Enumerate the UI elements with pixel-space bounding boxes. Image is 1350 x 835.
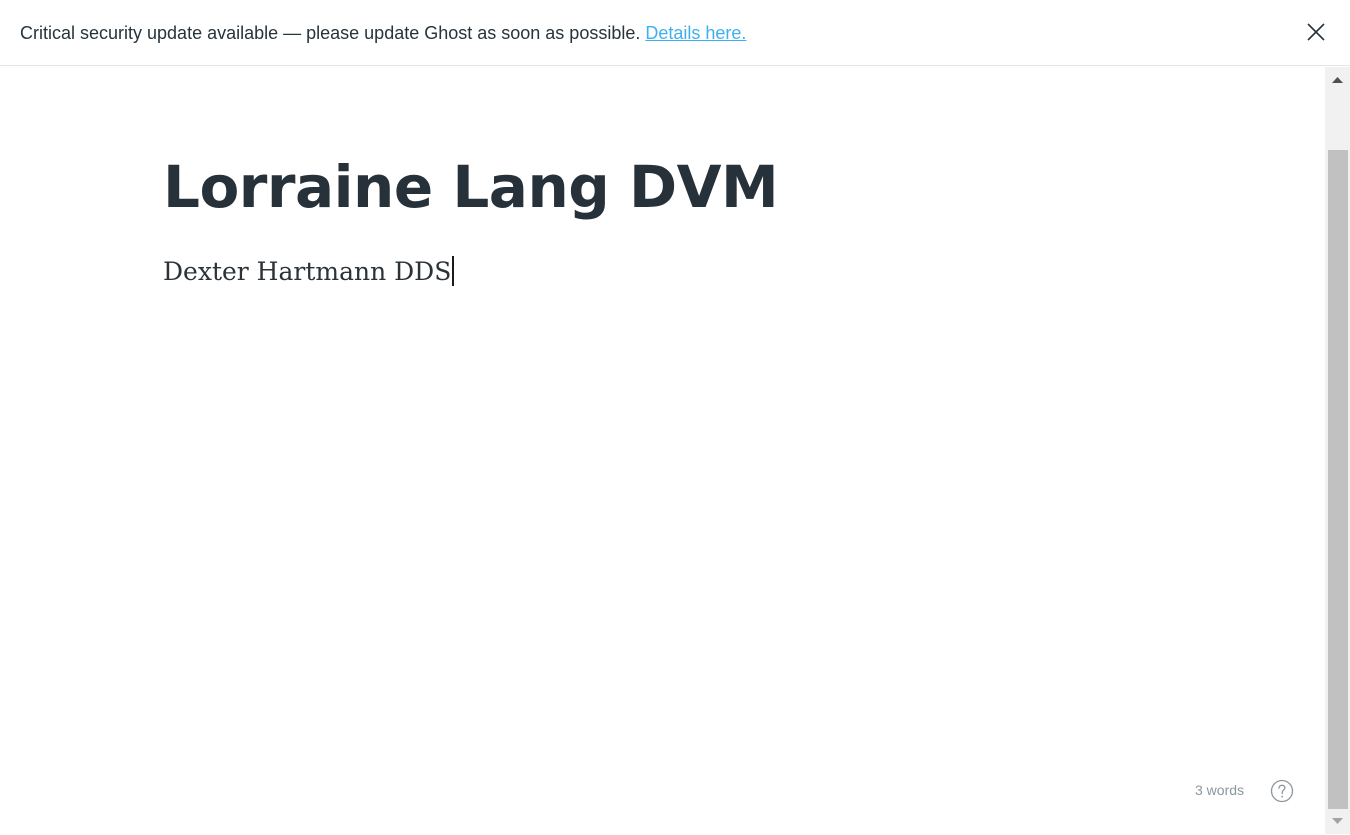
banner-message: Critical security update available — ple…	[20, 21, 746, 45]
word-count: 3 words	[1195, 782, 1245, 798]
scroll-down-arrow-icon[interactable]	[1325, 812, 1350, 830]
text-cursor	[452, 256, 455, 286]
close-icon[interactable]	[1303, 19, 1329, 45]
banner-message-text: Critical security update available — ple…	[20, 23, 646, 43]
scrollbar-thumb[interactable]	[1328, 150, 1348, 809]
post-body-text[interactable]: Dexter Hartmann DDS	[163, 257, 451, 286]
details-link[interactable]: Details here.	[645, 23, 746, 43]
scroll-up-arrow-icon[interactable]	[1325, 71, 1350, 89]
vertical-scrollbar[interactable]	[1325, 67, 1350, 834]
post-editor[interactable]: Lorraine Lang DVM Dexter Hartmann DDS 3 …	[0, 67, 1325, 834]
help-circle-icon[interactable]	[1270, 779, 1294, 803]
post-title[interactable]: Lorraine Lang DVM	[163, 149, 779, 225]
security-alert-banner: Critical security update available — ple…	[0, 0, 1350, 66]
post-body[interactable]: Dexter Hartmann DDS	[163, 253, 455, 291]
